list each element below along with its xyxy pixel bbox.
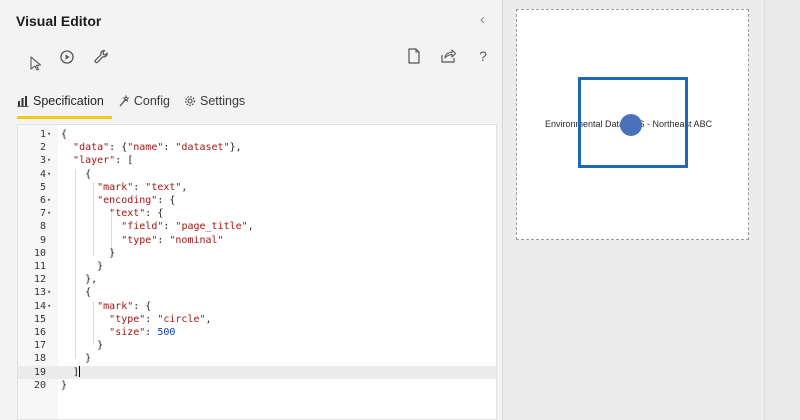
code-text: { bbox=[61, 287, 92, 299]
line-number: 9 bbox=[39, 234, 46, 246]
code-text: "mark": { bbox=[97, 300, 152, 312]
tab-config-label: Config bbox=[133, 94, 171, 108]
tab-config[interactable]: Config bbox=[118, 86, 184, 116]
line-number: 5 bbox=[39, 181, 46, 193]
code-line[interactable]: 19 ] bbox=[18, 365, 496, 379]
code-line[interactable]: 3 ▾ "layer": [ bbox=[18, 154, 496, 167]
code-editor[interactable]: 1 ▾{2 "data": {"name": "dataset"}, 3 ▾ "lay… bbox=[17, 124, 497, 420]
fold-toggle-icon[interactable]: ▾ bbox=[47, 286, 55, 299]
app-root: Visual Editor ‹ ? Specification Config S… bbox=[0, 0, 800, 420]
play-icon[interactable] bbox=[24, 52, 46, 74]
code-text: } bbox=[61, 353, 92, 365]
right-pane bbox=[764, 0, 800, 420]
line-number: 10 bbox=[33, 247, 46, 259]
code-text: } bbox=[61, 261, 104, 272]
line-number: 6 bbox=[39, 195, 46, 206]
line-number: 3 bbox=[39, 155, 46, 167]
code-line[interactable]: 10 } bbox=[18, 247, 496, 260]
share-icon[interactable] bbox=[437, 45, 459, 67]
code-line[interactable]: 20} bbox=[18, 379, 496, 392]
code-text: "encoding": { bbox=[97, 195, 176, 206]
code-text: "mark": "text", bbox=[97, 181, 188, 193]
code-text: "type": "nominal" bbox=[121, 234, 224, 246]
code-text: } bbox=[61, 379, 68, 391]
fold-toggle-icon[interactable]: ▾ bbox=[47, 154, 55, 167]
line-number: 1 bbox=[39, 129, 46, 140]
code-text: "type": "circle", bbox=[109, 313, 212, 325]
collapse-panel-button[interactable]: ‹ bbox=[480, 11, 494, 29]
line-number: 8 bbox=[39, 221, 46, 233]
wrench-icon[interactable] bbox=[90, 46, 112, 68]
code-text: } bbox=[61, 340, 104, 352]
fold-toggle-icon[interactable]: ▾ bbox=[47, 168, 55, 181]
run-icon[interactable] bbox=[56, 46, 78, 68]
tab-settings[interactable]: Settings bbox=[184, 86, 259, 116]
code-line[interactable]: 16 "size": 500 bbox=[18, 326, 496, 339]
code-text: "field": "page_title", bbox=[121, 221, 254, 233]
line-number: 18 bbox=[33, 353, 46, 365]
line-number: 16 bbox=[33, 327, 46, 338]
code-line[interactable]: 13 ▾ { bbox=[18, 286, 496, 299]
selection-highlight-box bbox=[578, 77, 688, 168]
code-line[interactable]: 8 "field": "page_title", bbox=[18, 220, 496, 233]
line-number: 20 bbox=[33, 379, 46, 391]
new-file-icon[interactable] bbox=[403, 45, 425, 67]
code-line[interactable]: 15 "type": "circle", bbox=[18, 313, 496, 326]
line-number: 2 bbox=[39, 142, 46, 154]
wand-icon bbox=[119, 95, 130, 107]
code-line[interactable]: 14 ▾ "mark": { bbox=[18, 300, 496, 313]
code-text: "text": { bbox=[109, 208, 164, 220]
code-text: { bbox=[61, 129, 68, 140]
code-line[interactable]: 2 "data": {"name": "dataset"}, bbox=[18, 141, 496, 154]
code-text: "size": 500 bbox=[109, 327, 176, 338]
code-text: ] bbox=[61, 366, 81, 378]
code-line[interactable]: 9 "type": "nominal" bbox=[18, 234, 496, 247]
line-number: 12 bbox=[33, 274, 46, 286]
help-icon[interactable]: ? bbox=[472, 45, 494, 67]
visual-editor-panel: Visual Editor ‹ ? Specification Config S… bbox=[0, 0, 503, 420]
code-line[interactable]: 12 }, bbox=[18, 273, 496, 286]
code-text: "data": {"name": "dataset"}, bbox=[73, 142, 242, 154]
line-number: 19 bbox=[33, 366, 46, 378]
tab-specification-label: Specification bbox=[33, 94, 104, 108]
code-line[interactable]: 6 ▾ "encoding": { bbox=[18, 194, 496, 207]
code-line[interactable]: 18 } bbox=[18, 352, 496, 365]
line-number: 14 bbox=[33, 300, 46, 312]
panel-title: Visual Editor bbox=[16, 13, 102, 29]
code-line[interactable]: 4 ▾ { bbox=[18, 168, 496, 181]
code-line[interactable]: 1 ▾ { bbox=[18, 128, 496, 141]
code-line[interactable]: 17 } bbox=[18, 339, 496, 352]
line-number: 11 bbox=[33, 261, 46, 272]
line-number: 4 bbox=[39, 168, 46, 180]
tab-settings-label: Settings bbox=[200, 94, 246, 108]
code-line[interactable]: 5 "mark": "text", bbox=[18, 181, 496, 194]
tab-specification[interactable]: Specification bbox=[17, 86, 118, 119]
fold-toggle-icon[interactable]: ▾ bbox=[47, 207, 55, 220]
fold-toggle-icon[interactable]: ▾ bbox=[47, 300, 55, 313]
fold-toggle-icon[interactable]: ▾ bbox=[47, 194, 55, 207]
code-text: } bbox=[61, 247, 116, 259]
code-line[interactable]: 11 } bbox=[18, 260, 496, 273]
gear-icon bbox=[185, 96, 195, 106]
line-number: 17 bbox=[33, 340, 46, 352]
line-number: 13 bbox=[33, 287, 46, 299]
line-number: 7 bbox=[39, 208, 46, 220]
code-text: }, bbox=[61, 274, 98, 286]
code-line[interactable]: 7 ▾ "text": { bbox=[18, 207, 496, 220]
code-text: { bbox=[61, 168, 92, 180]
code-text: "layer": [ bbox=[73, 155, 134, 167]
fold-toggle-icon[interactable]: ▾ bbox=[47, 128, 55, 141]
line-number: 15 bbox=[33, 313, 46, 325]
editor-tabs: Specification Config Settings bbox=[17, 86, 259, 119]
bar-chart-icon bbox=[17, 96, 29, 107]
